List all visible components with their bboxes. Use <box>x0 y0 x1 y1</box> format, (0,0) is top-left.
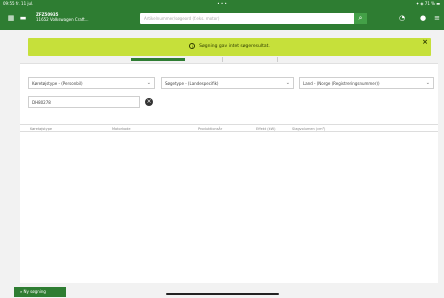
registration-value: DH80278 <box>32 100 51 105</box>
new-search-label: Ny søgning <box>23 289 46 294</box>
col-displacement: Slagvolumen (cm³) <box>292 127 326 131</box>
search-icon: ⌕ <box>20 289 23 294</box>
chevron-down-icon: ⌄ <box>285 80 290 86</box>
vehicle-type-value: Køretøjstype - (Personbil) <box>32 81 83 86</box>
country-value: Land - (Norge (Registreringsnummer)) <box>303 81 380 86</box>
vehicle-info[interactable]: ZFZ50935 11652 Volkswagen Craft... <box>36 12 89 22</box>
status-icons: ✦ ◈ 71 % ▬ <box>415 1 440 6</box>
toast-message: Søgning gav intet søgeresultat. <box>199 44 270 49</box>
col-vehicle-type: Køretøjstype <box>30 127 53 131</box>
search-type-select[interactable]: Søgetype - (Landespecifik) ⌄ <box>161 77 294 89</box>
vehicle-code: 11652 <box>36 17 49 22</box>
app-bar: ▦ ▬ ZFZ50935 11652 Volkswagen Craft... A… <box>0 8 444 30</box>
registration-input[interactable]: DH80278 <box>28 96 140 108</box>
user-icon[interactable]: ● <box>419 14 427 22</box>
search-button[interactable]: ⌕ <box>354 13 367 24</box>
active-tab-indicator[interactable] <box>131 58 185 61</box>
col-engine-code: Motorkode <box>112 127 131 131</box>
search-type-value: Søgetype - (Landespecifik) <box>165 81 219 86</box>
col-power: Effekt (kW) <box>256 127 276 131</box>
car-icon[interactable]: ▬ <box>19 14 27 22</box>
country-select[interactable]: Land - (Norge (Registreringsnummer)) ⌄ <box>299 77 434 89</box>
chevron-down-icon: ⌄ <box>425 80 430 86</box>
vehicle-type-select[interactable]: Køretøjstype - (Personbil) ⌄ <box>28 77 155 89</box>
tab-divider <box>222 57 223 62</box>
chevron-down-icon: ⌄ <box>146 80 151 86</box>
info-icon: i <box>189 42 196 49</box>
home-indicator[interactable] <box>166 293 279 295</box>
tab-divider <box>277 57 278 62</box>
speedometer-icon[interactable]: ◔ <box>398 14 406 22</box>
status-dots: • • • <box>217 1 227 6</box>
clear-input-button[interactable]: × <box>145 98 153 106</box>
search-icon: ⌕ <box>358 14 363 22</box>
new-search-button[interactable]: ⌕ Ny søgning <box>14 287 66 297</box>
vehicle-name: Volkswagen Craft... <box>50 17 89 22</box>
results-table-header: Køretøjstype Motorkode Produktionsår Eff… <box>20 124 438 132</box>
search-input[interactable]: Artikelnummer/søgeord (f.eks. motor) <box>140 13 355 24</box>
system-status-bar: 09:55 fr. 11 jul. • • • ✦ ◈ 71 % ▬ <box>0 0 444 8</box>
no-results-toast: i Søgning gav intet søgeresultat. × <box>28 38 431 56</box>
col-production-year: Produktionsår <box>198 127 223 131</box>
hamburger-menu-icon[interactable]: ≡ <box>433 14 441 22</box>
grid-menu-icon[interactable]: ▦ <box>7 14 15 22</box>
close-icon[interactable]: × <box>422 38 428 47</box>
